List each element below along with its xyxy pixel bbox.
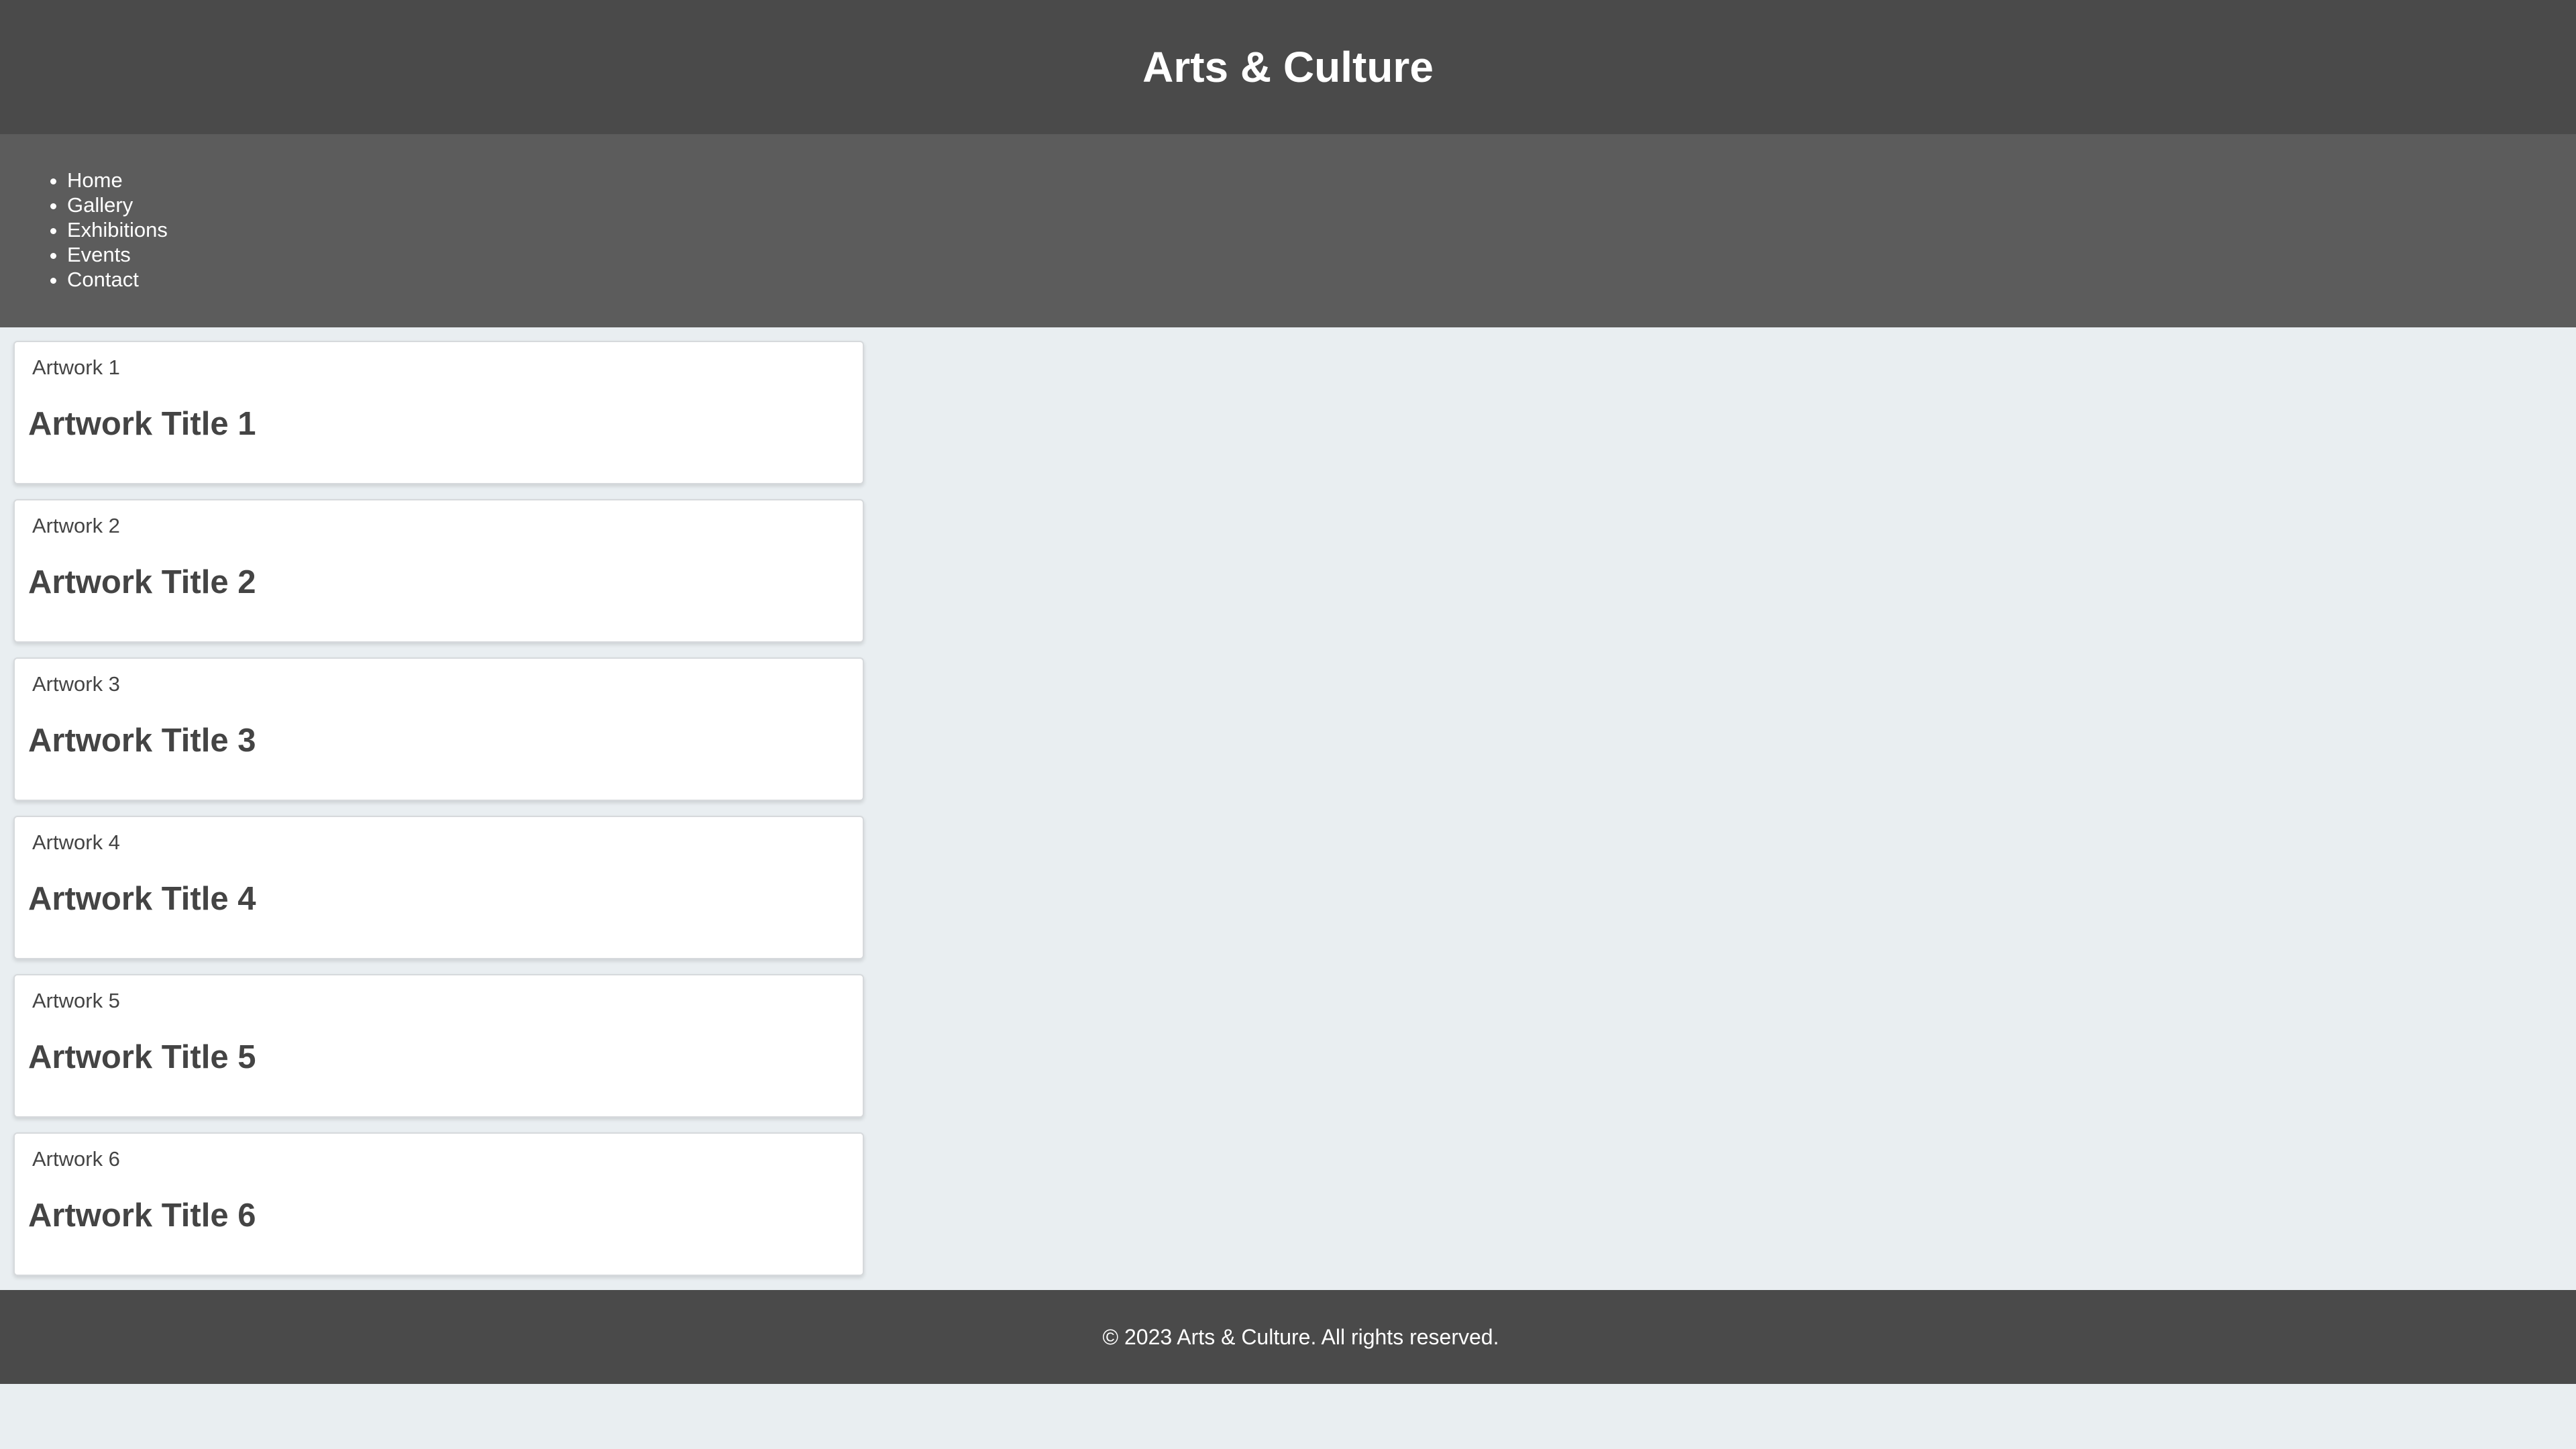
broken-image-icon — [28, 1149, 31, 1169]
main-nav: Home Gallery Exhibitions Events Contact — [0, 134, 2576, 327]
nav-item-events[interactable]: Events — [67, 242, 2576, 267]
broken-image-icon — [28, 991, 31, 1011]
broken-image-icon — [28, 358, 31, 378]
artwork-title: Artwork Title 4 — [28, 881, 256, 917]
artwork-title: Artwork Title 3 — [28, 722, 256, 759]
copyright-text: © 2023 Arts & Culture. All rights reserv… — [1102, 1324, 1499, 1349]
nav-link-gallery[interactable]: Gallery — [67, 193, 133, 217]
artwork-card-1: Artwork 1 Artwork Title 1 — [13, 341, 864, 484]
artwork-card-6: Artwork 6 Artwork Title 6 — [13, 1132, 864, 1276]
artwork-image-alt: Artwork 3 — [32, 672, 120, 696]
artwork-title: Artwork Title 5 — [28, 1039, 256, 1075]
nav-item-exhibitions[interactable]: Exhibitions — [67, 217, 2576, 242]
broken-image-icon — [28, 516, 31, 536]
artwork-card-3: Artwork 3 Artwork Title 3 — [13, 657, 864, 801]
artwork-card-2: Artwork 2 Artwork Title 2 — [13, 499, 864, 643]
artwork-image-alt: Artwork 4 — [32, 830, 120, 854]
site-footer: © 2023 Arts & Culture. All rights reserv… — [0, 1290, 2576, 1384]
nav-link-home[interactable]: Home — [67, 168, 123, 192]
artwork-image-alt: Artwork 6 — [32, 1147, 120, 1171]
artwork-card-4: Artwork 4 Artwork Title 4 — [13, 816, 864, 959]
artwork-title: Artwork Title 1 — [28, 406, 256, 442]
artwork-image-alt: Artwork 2 — [32, 514, 120, 537]
artwork-image-alt: Artwork 5 — [32, 989, 120, 1012]
artwork-title: Artwork Title 6 — [28, 1197, 256, 1234]
artwork-image: Artwork 4 — [28, 829, 849, 856]
artwork-image: Artwork 1 — [28, 354, 849, 381]
site-title: Arts & Culture — [1142, 43, 1434, 91]
nav-list: Home Gallery Exhibitions Events Contact — [0, 168, 2576, 292]
nav-item-home[interactable]: Home — [67, 168, 2576, 193]
artwork-image: Artwork 3 — [28, 671, 849, 698]
artwork-image: Artwork 6 — [28, 1146, 849, 1173]
artwork-image: Artwork 2 — [28, 513, 849, 539]
broken-image-icon — [28, 674, 31, 694]
nav-link-exhibitions[interactable]: Exhibitions — [67, 218, 168, 241]
nav-link-events[interactable]: Events — [67, 243, 131, 266]
nav-item-gallery[interactable]: Gallery — [67, 193, 2576, 217]
artwork-image: Artwork 5 — [28, 987, 849, 1014]
gallery: Artwork 1 Artwork Title 1 Artwork 2 Artw… — [0, 327, 2576, 1290]
artwork-card-5: Artwork 5 Artwork Title 5 — [13, 974, 864, 1118]
nav-item-contact[interactable]: Contact — [67, 267, 2576, 292]
nav-link-contact[interactable]: Contact — [67, 268, 139, 291]
broken-image-icon — [28, 833, 31, 853]
artwork-title: Artwork Title 2 — [28, 564, 256, 600]
artwork-image-alt: Artwork 1 — [32, 356, 120, 379]
site-header: Arts & Culture — [0, 0, 2576, 134]
